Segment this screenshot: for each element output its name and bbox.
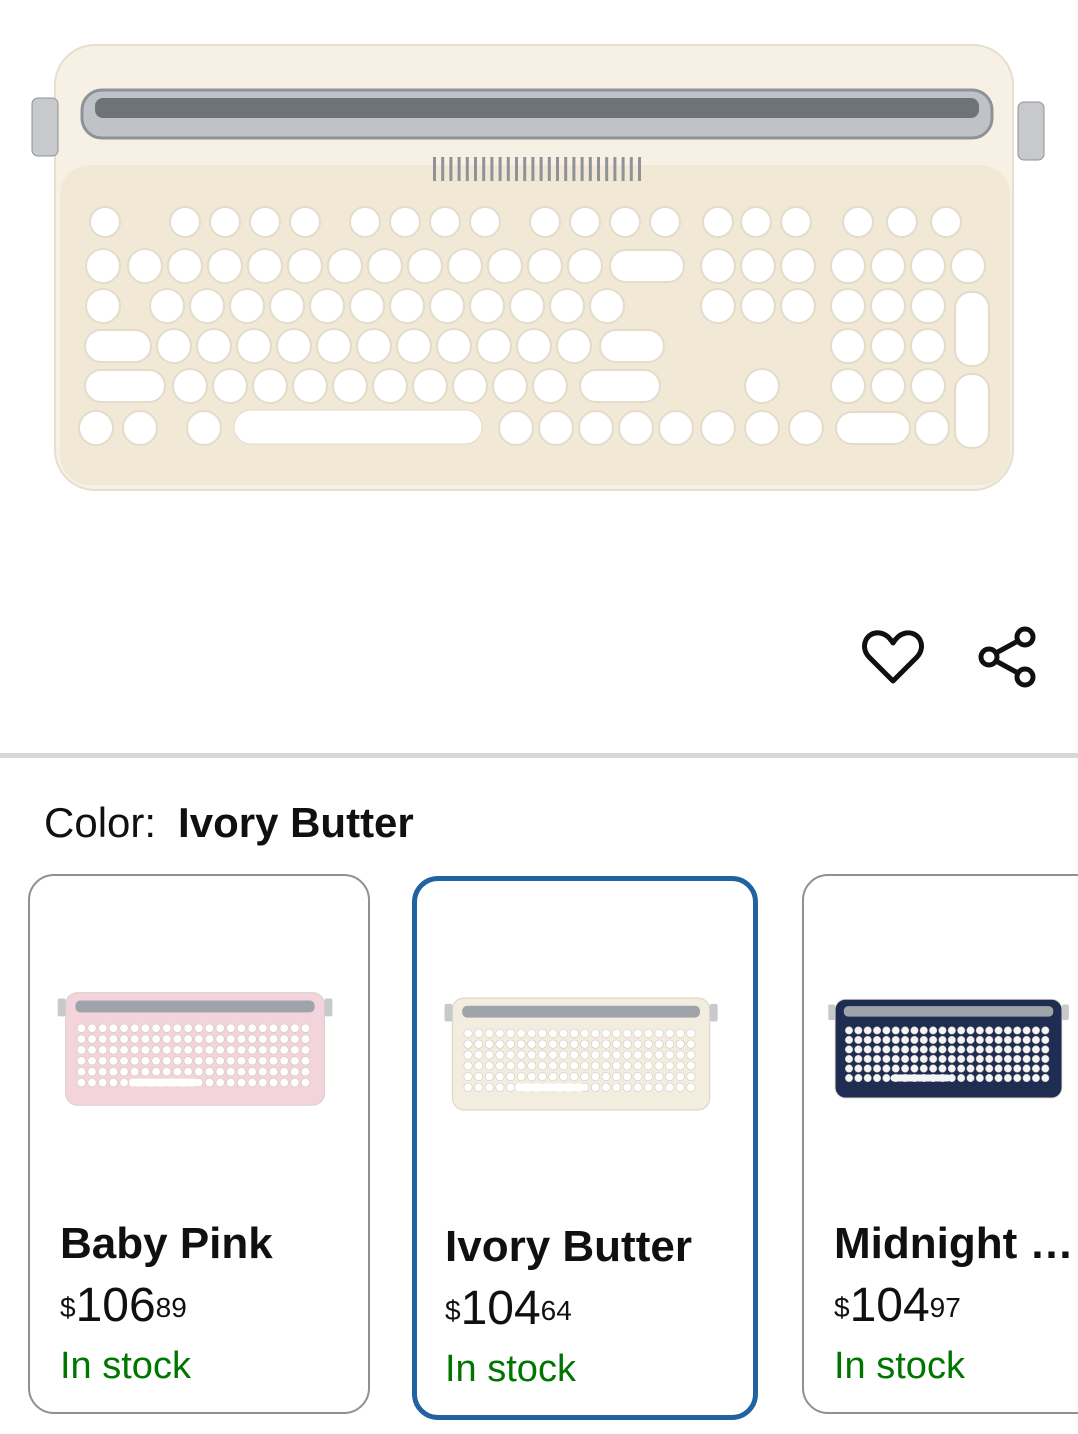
variant-name: Midnight … bbox=[834, 1219, 1074, 1268]
keyboard-image bbox=[31, 44, 1045, 491]
selected-color-value: Ivory Butter bbox=[178, 799, 414, 846]
price-whole: 106 bbox=[75, 1279, 156, 1332]
price-cents: 64 bbox=[540, 1295, 572, 1326]
price-whole: 104 bbox=[460, 1282, 541, 1335]
variant-price: $10689 bbox=[60, 1280, 187, 1332]
color-label: Color: bbox=[44, 799, 157, 846]
price-cents: 89 bbox=[155, 1292, 187, 1323]
share-icon bbox=[978, 626, 1036, 688]
variant-price: $10464 bbox=[445, 1283, 572, 1335]
variant-name: Baby Pink bbox=[60, 1219, 273, 1268]
share-button[interactable] bbox=[962, 612, 1052, 702]
price-currency: $ bbox=[834, 1292, 850, 1323]
variant-thumbnail-image bbox=[444, 997, 718, 1111]
price-currency: $ bbox=[445, 1295, 461, 1326]
stock-status: In stock bbox=[834, 1345, 965, 1387]
variant-thumbnail-image bbox=[828, 998, 1069, 1099]
price-currency: $ bbox=[60, 1292, 76, 1323]
stock-status: In stock bbox=[445, 1348, 576, 1390]
wishlist-button[interactable] bbox=[848, 612, 938, 702]
price-cents: 97 bbox=[929, 1292, 961, 1323]
section-divider bbox=[0, 753, 1078, 758]
color-selection-label: Color: Ivory Butter bbox=[44, 798, 414, 848]
variant-price: $10497 bbox=[834, 1280, 961, 1332]
price-whole: 104 bbox=[849, 1279, 930, 1332]
variant-card-baby-pink[interactable]: Baby Pink $10689 In stock bbox=[28, 874, 370, 1414]
product-image[interactable] bbox=[0, 0, 1078, 520]
heart-icon bbox=[862, 630, 924, 684]
variant-name: Ivory Butter bbox=[445, 1222, 692, 1271]
variant-card-midnight[interactable]: Midnight … $10497 In stock bbox=[802, 874, 1078, 1414]
variant-card-ivory-butter[interactable]: Ivory Butter $10464 In stock bbox=[412, 876, 758, 1420]
variant-thumbnail-image bbox=[57, 992, 333, 1106]
stock-status: In stock bbox=[60, 1345, 191, 1387]
